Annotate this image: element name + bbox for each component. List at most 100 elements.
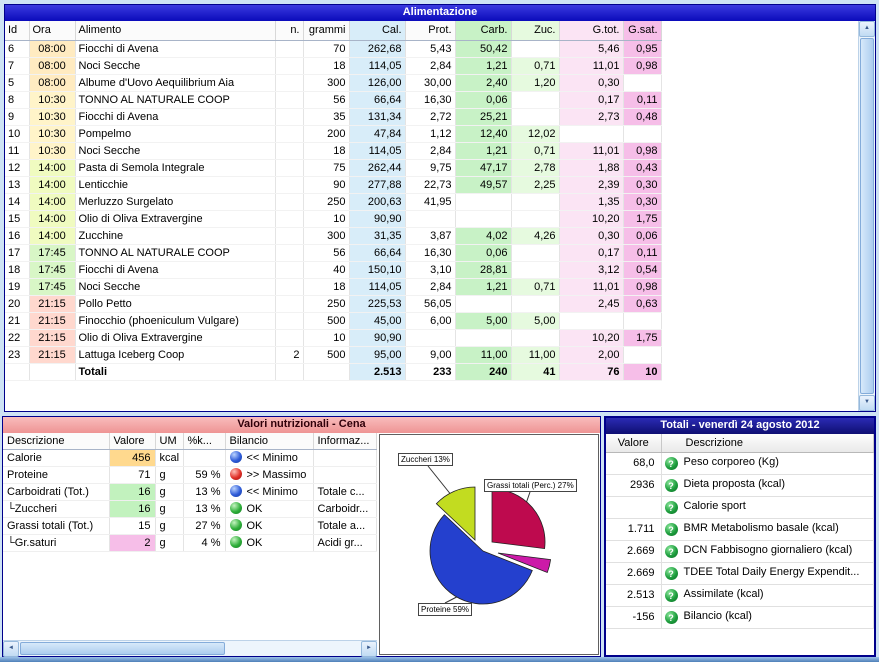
food-row[interactable]: 9 10:30 Fiocchi di Avena 35 131,34 2,72 25,21 2… — [5, 108, 858, 126]
food-cell-grammi: 90 — [303, 176, 350, 194]
food-row[interactable]: 20 21:15 Pollo Petto 250 225,53 56,05 2,45 0,63 — [5, 295, 858, 313]
food-row[interactable]: 15 14:00 Olio di Oliva Extravergine 10 90,90… — [5, 210, 858, 228]
food-cell-carb: 0,06 — [455, 244, 512, 262]
help-icon[interactable]: ? — [664, 523, 678, 537]
nutrition-cell-valore: 456 — [109, 449, 156, 467]
bilancio-text: << Minimo — [246, 486, 298, 498]
help-icon[interactable]: ? — [664, 501, 678, 515]
food-cell-prot: 30,00 — [405, 74, 456, 92]
food-row[interactable]: 19 17:45 Noci Secche 18 114,05 2,84 1,21 0,71 11… — [5, 278, 858, 296]
food-row[interactable]: 10 10:30 Pompelmo 200 47,84 1,12 12,40 12,02 — [5, 125, 858, 143]
food-cell-id: 9 — [5, 108, 30, 126]
totali-panel: Totali - venerdì 24 agosto 2012 Valore De… — [604, 416, 876, 657]
nutrition-cell-bilancio: >> Massimo — [225, 466, 314, 484]
food-cell-filler — [661, 125, 858, 142]
column-header-grammi[interactable]: grammi — [303, 21, 350, 41]
totali-row[interactable]: 1.711? BMR Metabolismo basale (kcal) — [606, 518, 874, 541]
food-cell-zuc — [511, 329, 560, 347]
vertical-scroll-thumb[interactable] — [860, 38, 874, 394]
help-icon[interactable]: ? — [664, 545, 678, 559]
nutrition-cell-valore: 16 — [109, 483, 156, 501]
column-header-id[interactable]: Id — [5, 21, 30, 41]
column-header-cal[interactable]: Cal. — [349, 21, 406, 41]
food-row[interactable]: 18 17:45 Fiocchi di Avena 40 150,10 3,10 28,81… — [5, 261, 858, 279]
nutrition-cell-um: g — [155, 466, 184, 484]
food-row[interactable]: 23 21:15 Lattuga Iceberg Coop 2 500 95,00 9,00… — [5, 346, 858, 364]
totali-row[interactable]: 2.669? DCN Fabbisogno giornaliero (kcal) — [606, 540, 874, 563]
nutrition-column-header-bil[interactable]: Bilancio — [225, 433, 314, 450]
totali-cell-descrizione: ? DCN Fabbisogno giornaliero (kcal) — [661, 540, 874, 563]
food-cell-cal: 200,63 — [349, 193, 406, 211]
food-cell-gsat: 0,11 — [623, 244, 662, 262]
column-header-zuc[interactable]: Zuc. — [511, 21, 560, 41]
scroll-right-button[interactable]: ► — [361, 641, 377, 657]
column-header-gsat[interactable]: G.sat. — [623, 21, 662, 41]
food-row[interactable]: 8 10:30 TONNO AL NATURALE COOP 56 66,64 16,30… — [5, 91, 858, 109]
scroll-left-button[interactable]: ◄ — [3, 641, 19, 657]
totali-row[interactable]: 2936? Dieta proposta (kcal) — [606, 474, 874, 497]
totali-row[interactable]: 2.513? Assimilate (kcal) — [606, 584, 874, 607]
food-cell-grammi: 250 — [303, 295, 350, 313]
food-row[interactable]: 21 21:15 Finocchio (phoeniculum Vulgare) 50… — [5, 312, 858, 330]
food-cell-id: 11 — [5, 142, 30, 160]
help-icon[interactable]: ? — [664, 457, 678, 471]
food-row[interactable]: 11 10:30 Noci Secche 18 114,05 2,84 1,21 0,71 11… — [5, 142, 858, 160]
nutrition-cell-info: Totale a... — [313, 517, 377, 535]
food-row[interactable]: 13 14:00 Lenticchie 90 277,88 22,73 49,57 2,25 2… — [5, 176, 858, 194]
food-cell-carb: 1,21 — [455, 57, 512, 75]
column-header-carb[interactable]: Carb. — [455, 21, 512, 41]
nutrition-row[interactable]: Proteine 71 g 59 % >> Massimo — [3, 466, 377, 484]
nutrition-column-header-info[interactable]: Informaz... — [313, 433, 377, 450]
nutrition-cell-descrizione: Calorie — [3, 449, 110, 467]
food-row[interactable]: 14 14:00 Merluzzo Surgelato 250 200,63 41,95 1… — [5, 193, 858, 211]
help-icon[interactable]: ? — [664, 567, 678, 581]
food-cell-carb: 11,00 — [455, 346, 512, 364]
food-cell-filler — [661, 312, 858, 329]
nutrition-row[interactable]: Grassi totali (Tot.) 15 g 27 % OK Totale a... — [3, 517, 377, 535]
food-row[interactable]: 7 08:00 Noci Secche 18 114,05 2,84 1,21 0,71 11,… — [5, 57, 858, 75]
food-table-viewport: Id Ora Alimento n. grammi Cal. Prot. Carb. Zuc. G… — [5, 21, 858, 411]
totali-row[interactable]: 68,0? Peso corporeo (Kg) — [606, 452, 874, 475]
food-cell-gtot: 11,01 — [559, 57, 624, 75]
food-cell-gtot: 2,39 — [559, 176, 624, 194]
food-cell-id: 14 — [5, 193, 30, 211]
totali-row[interactable]: ? Calorie sport — [606, 496, 874, 519]
help-icon[interactable]: ? — [664, 589, 678, 603]
totali-column-header-valore[interactable]: Valore — [606, 434, 662, 453]
nutrition-row[interactable]: └Gr.saturi 2 g 4 % OK Acidi gr... — [3, 534, 377, 552]
food-row[interactable]: 12 14:00 Pasta di Semola Integrale 75 262,44… — [5, 159, 858, 177]
nutrition-cell-bilancio: OK — [225, 534, 314, 552]
food-cell-cal: 66,64 — [349, 91, 406, 109]
nutrition-column-header-um[interactable]: UM — [155, 433, 184, 450]
nutrition-horizontal-scrollbar[interactable]: ◄ ► — [3, 640, 377, 657]
nutrition-row[interactable]: └Zuccheri 16 g 13 % OK Carboidr... — [3, 500, 377, 518]
help-icon[interactable]: ? — [664, 479, 678, 493]
nutrition-column-header-desc[interactable]: Descrizione — [3, 433, 110, 450]
help-icon[interactable]: ? — [664, 611, 678, 625]
column-header-ora[interactable]: Ora — [29, 21, 76, 41]
food-row[interactable]: 6 08:00 Fiocchi di Avena 70 262,68 5,43 50,42 5… — [5, 40, 858, 58]
totali-row[interactable]: -156? Bilancio (kcal) — [606, 606, 874, 629]
food-row[interactable]: 5 08:00 Albume d'Uovo Aequilibrium Aia 300 1… — [5, 74, 858, 92]
food-row[interactable]: 22 21:15 Olio di Oliva Extravergine 10 90,90… — [5, 329, 858, 347]
food-row[interactable]: 17 17:45 TONNO AL NATURALE COOP 56 66,64 16,3… — [5, 244, 858, 262]
column-header-prot[interactable]: Prot. — [405, 21, 456, 41]
nutrition-row[interactable]: Carboidrati (Tot.) 16 g 13 % << Minimo Totale… — [3, 483, 377, 501]
food-table-vertical-scrollbar[interactable]: ▲ ▼ — [858, 21, 875, 411]
totali-column-header-descrizione[interactable]: Descrizione — [661, 434, 874, 453]
nutrition-row[interactable]: Calorie 456 kcal << Minimo — [3, 449, 377, 467]
scroll-up-button[interactable]: ▲ — [859, 21, 875, 37]
food-row[interactable]: 16 14:00 Zucchine 300 31,35 3,87 4,02 4,26 0,30 0… — [5, 227, 858, 245]
horizontal-scroll-thumb[interactable] — [20, 642, 225, 655]
column-header-alimento[interactable]: Alimento — [75, 21, 276, 41]
nutrition-column-header-val[interactable]: Valore — [109, 433, 156, 450]
scroll-down-button[interactable]: ▼ — [859, 395, 875, 411]
column-header-n[interactable]: n. — [275, 21, 304, 41]
food-cell-ora: 10:30 — [29, 125, 76, 143]
totali-row[interactable]: 2.669? TDEE Total Daily Energy Expendit..… — [606, 562, 874, 585]
food-cell-n — [275, 142, 304, 160]
food-cell-prot: 1,12 — [405, 125, 456, 143]
nutrition-cell-info: Acidi gr... — [313, 534, 377, 552]
column-header-gtot[interactable]: G.tot. — [559, 21, 624, 41]
nutrition-column-header-pct[interactable]: %k... — [183, 433, 226, 450]
